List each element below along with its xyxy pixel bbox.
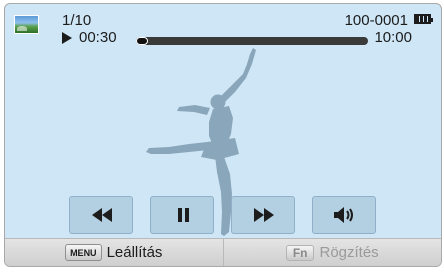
battery-icon — [414, 14, 433, 24]
stop-softkey[interactable]: MENU Leállítás — [5, 239, 223, 266]
capture-softkey[interactable]: Fn Rögzítés — [222, 239, 442, 266]
play-icon — [62, 31, 72, 44]
elapsed-time-row: 00:30 — [62, 29, 117, 46]
rewind-button[interactable] — [69, 196, 133, 234]
playback-controls — [69, 196, 376, 234]
rewind-icon — [92, 208, 112, 222]
total-time: 10:00 — [374, 29, 412, 46]
fn-key-badge: Fn — [285, 244, 315, 261]
capture-label: Rögzítés — [319, 244, 379, 261]
speaker-icon — [334, 207, 353, 223]
video-playback-screen: 1/10 00:30 100-0001 10:00 MENU Leállítás… — [4, 3, 442, 267]
softkey-bar: MENU Leállítás Fn Rögzítés — [5, 238, 441, 266]
video-thumbnail-icon — [14, 15, 39, 34]
fast-forward-button[interactable] — [231, 196, 295, 234]
elapsed-time: 00:30 — [79, 29, 117, 46]
file-number: 100-0001 — [344, 12, 408, 29]
file-counter: 1/10 — [62, 12, 92, 29]
fast-forward-icon — [254, 208, 274, 222]
pause-button[interactable] — [150, 196, 214, 234]
menu-key-badge: MENU — [65, 244, 102, 261]
volume-button[interactable] — [312, 196, 376, 234]
stop-label: Leállítás — [106, 244, 163, 261]
pause-icon — [178, 208, 189, 222]
